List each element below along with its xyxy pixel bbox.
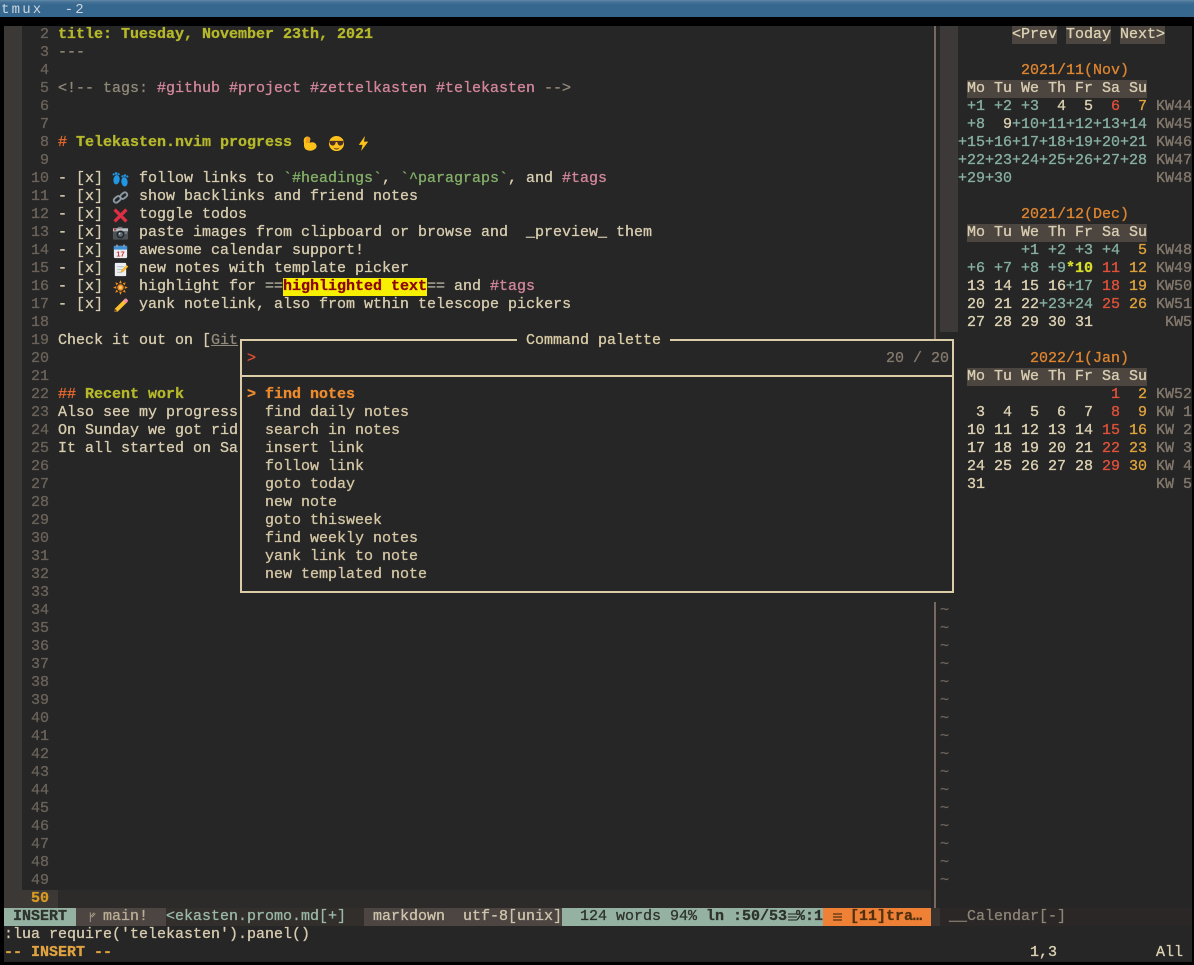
svg-text:17: 17 xyxy=(116,250,124,259)
